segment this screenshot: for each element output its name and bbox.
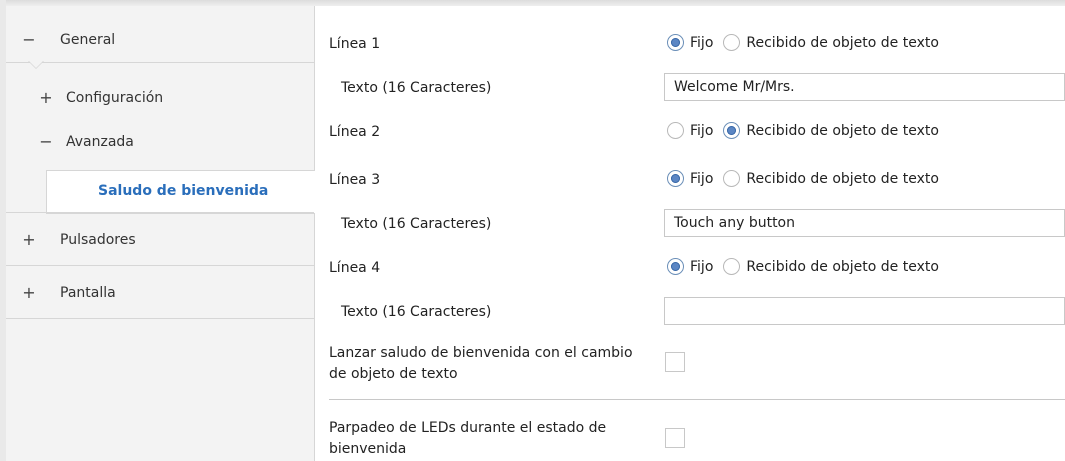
sidebar-item-label: Avanzada [66,134,134,150]
radio-label: Fijo [690,258,714,275]
lanzar-checkbox[interactable] [665,352,685,372]
collapse-icon[interactable]: − [22,30,36,49]
linea4-fijo-radio[interactable] [667,258,684,275]
linea2-recibido-radio[interactable] [723,122,741,139]
lanzar-label-line2: de objeto de texto [329,366,458,382]
radio-label: Recibido de objeto de texto [746,122,939,139]
sidebar-item-label: General [60,32,116,48]
radio-label: Recibido de objeto de texto [746,258,939,275]
linea3-recibido-radio[interactable] [723,170,741,187]
sidebar-item-label: Pantalla [60,285,116,301]
parameter-panel: Línea 1 Fijo Recibido de objeto de texto… [315,6,1065,461]
texto3-input[interactable]: Touch any button [664,209,1065,237]
linea1-fijo-radio[interactable] [667,34,684,51]
expand-icon[interactable]: + [39,88,53,107]
radio-label: Fijo [690,170,714,187]
linea2-fijo-radio[interactable] [667,122,684,139]
radio-label: Fijo [690,122,714,139]
radio-label: Recibido de objeto de texto [746,170,939,187]
sidebar-item-saludo-de-bienvenida[interactable]: Saludo de bienvenida [46,170,316,214]
texto1-input[interactable]: Welcome Mr/Mrs. [664,73,1065,101]
radio-label: Fijo [690,34,714,51]
linea3-fijo-radio[interactable] [667,170,684,187]
linea3-radio-group: Fijo Recibido de objeto de texto [667,170,949,187]
linea4-radio-group: Fijo Recibido de objeto de texto [667,258,949,275]
divider [329,399,1065,400]
parpadeo-label-line1: Parpadeo de LEDs durante el estado de [329,420,607,436]
linea1-recibido-radio[interactable] [723,34,741,51]
linea1-radio-group: Fijo Recibido de objeto de texto [667,34,949,51]
expand-icon[interactable]: + [22,230,36,249]
parpadeo-checkbox[interactable] [665,428,685,448]
texto4-label: Texto (16 Caracteres) [341,304,492,320]
texto3-label: Texto (16 Caracteres) [341,216,492,232]
expand-icon[interactable]: + [22,283,36,302]
sidebar-item-label: Configuración [66,90,164,106]
linea2-radio-group: Fijo Recibido de objeto de texto [667,122,949,139]
lanzar-label-line1: Lanzar saludo de bienvenida con el cambi… [329,345,633,361]
parpadeo-label-line2: bienvenida [329,441,407,457]
sidebar-item-label: Saludo de bienvenida [98,183,269,199]
divider [6,212,314,213]
linea4-recibido-radio[interactable] [723,258,741,275]
linea3-label: Línea 3 [329,172,381,188]
radio-label: Recibido de objeto de texto [746,34,939,51]
divider [6,265,314,266]
texto4-input[interactable] [664,297,1065,325]
sidebar-tree: − General + Configuración − Avanzada Sal… [6,6,316,461]
divider [6,318,314,319]
collapse-icon[interactable]: − [39,132,53,151]
linea1-label: Línea 1 [329,36,381,52]
texto1-label: Texto (16 Caracteres) [341,80,492,96]
linea2-label: Línea 2 [329,124,381,140]
divider [6,62,314,63]
sidebar-item-label: Pulsadores [60,232,136,248]
linea4-label: Línea 4 [329,260,381,276]
